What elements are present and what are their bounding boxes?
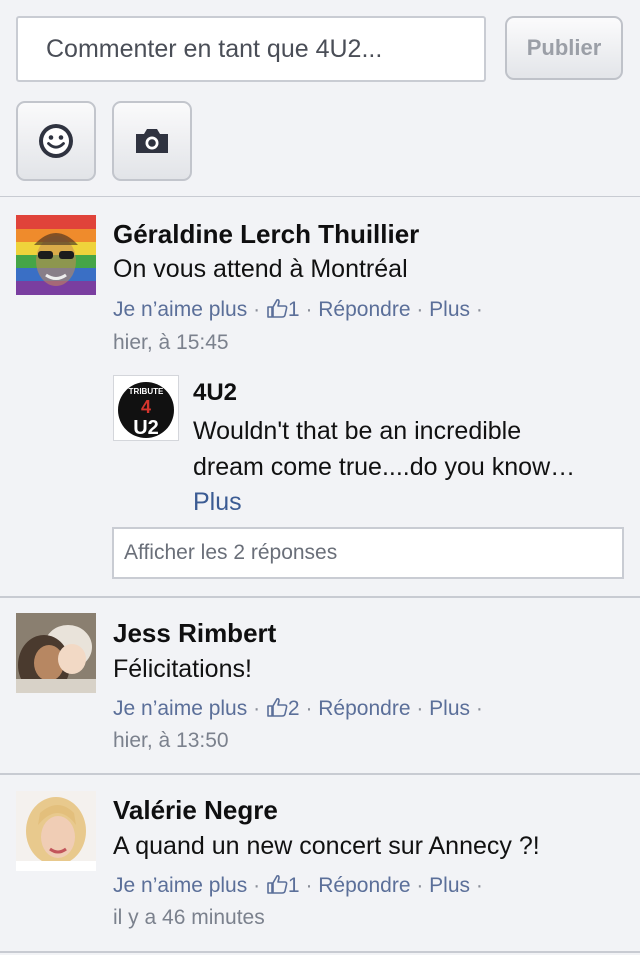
comment-input[interactable]: Commenter en tant que 4U2... <box>16 16 486 82</box>
comment-timestamp: il y a 46 minutes <box>113 906 265 929</box>
reply-link[interactable]: Répondre <box>318 874 410 897</box>
like-count[interactable]: 1 <box>266 874 300 897</box>
like-count[interactable]: 2 <box>266 697 300 720</box>
thumbs-up-icon <box>267 874 288 894</box>
smiley-icon <box>39 124 73 158</box>
reply-author[interactable]: 4U2 <box>193 379 237 407</box>
comment-author[interactable]: Géraldine Lerch Thuillier <box>113 219 419 250</box>
comment-author[interactable]: Valérie Negre <box>113 795 278 826</box>
comment-timestamp: hier, à 15:45 <box>113 331 229 354</box>
comment-text: On vous attend à Montréal <box>113 255 408 283</box>
like-count[interactable]: 1 <box>266 298 300 321</box>
avatar[interactable] <box>16 613 96 693</box>
comment-author[interactable]: Jess Rimbert <box>113 618 276 649</box>
reply-link[interactable]: Répondre <box>318 697 410 720</box>
unlike-link[interactable]: Je n’aime plus <box>113 298 247 321</box>
more-link[interactable]: Plus <box>429 298 470 321</box>
reply-avatar[interactable]: TRIBUTE 4 U2 <box>113 375 179 441</box>
comment-text: Félicitations! <box>113 655 252 683</box>
thumbs-up-icon <box>267 697 288 717</box>
camera-button[interactable] <box>112 101 192 181</box>
comment-item: Valérie Negre A quand un new concert sur… <box>0 775 640 950</box>
comment-actions: Je n’aime plus · 2 · Répondre · Plus · <box>113 697 483 720</box>
comment-composer: Commenter en tant que 4U2... Publier <box>0 0 640 197</box>
comment-actions: Je n’aime plus · 1 · Répondre · Plus · <box>113 874 483 897</box>
thumbs-up-icon <box>267 298 288 318</box>
reply-avatar-u2: U2 <box>133 417 159 439</box>
publish-button[interactable]: Publier <box>505 16 623 80</box>
comment-item: Jess Rimbert Félicitations! Je n’aime pl… <box>0 598 640 773</box>
camera-icon <box>136 129 168 153</box>
reply-avatar-four: 4 <box>141 397 151 417</box>
comment-actions: Je n’aime plus · 1 · Répondre · Plus · <box>113 298 483 321</box>
divider <box>0 951 640 953</box>
reply-text-line2: dream come true....do you know… <box>193 453 576 481</box>
reply-avatar-tribute: TRIBUTE <box>129 387 164 396</box>
unlike-link[interactable]: Je n’aime plus <box>113 697 247 720</box>
more-link[interactable]: Plus <box>429 874 470 897</box>
show-replies-button[interactable]: Afficher les 2 réponses <box>112 527 624 579</box>
unlike-link[interactable]: Je n’aime plus <box>113 874 247 897</box>
emoji-button[interactable] <box>16 101 96 181</box>
comment-timestamp: hier, à 13:50 <box>113 729 229 752</box>
reply-more-link[interactable]: Plus <box>193 488 242 517</box>
reply-text-line1: Wouldn't that be an incredible <box>193 417 522 445</box>
comment-text: A quand un new concert sur Annecy ?! <box>113 832 540 860</box>
avatar[interactable] <box>16 215 96 295</box>
more-link[interactable]: Plus <box>429 697 470 720</box>
reply-link[interactable]: Répondre <box>318 298 410 321</box>
avatar[interactable] <box>16 791 96 871</box>
